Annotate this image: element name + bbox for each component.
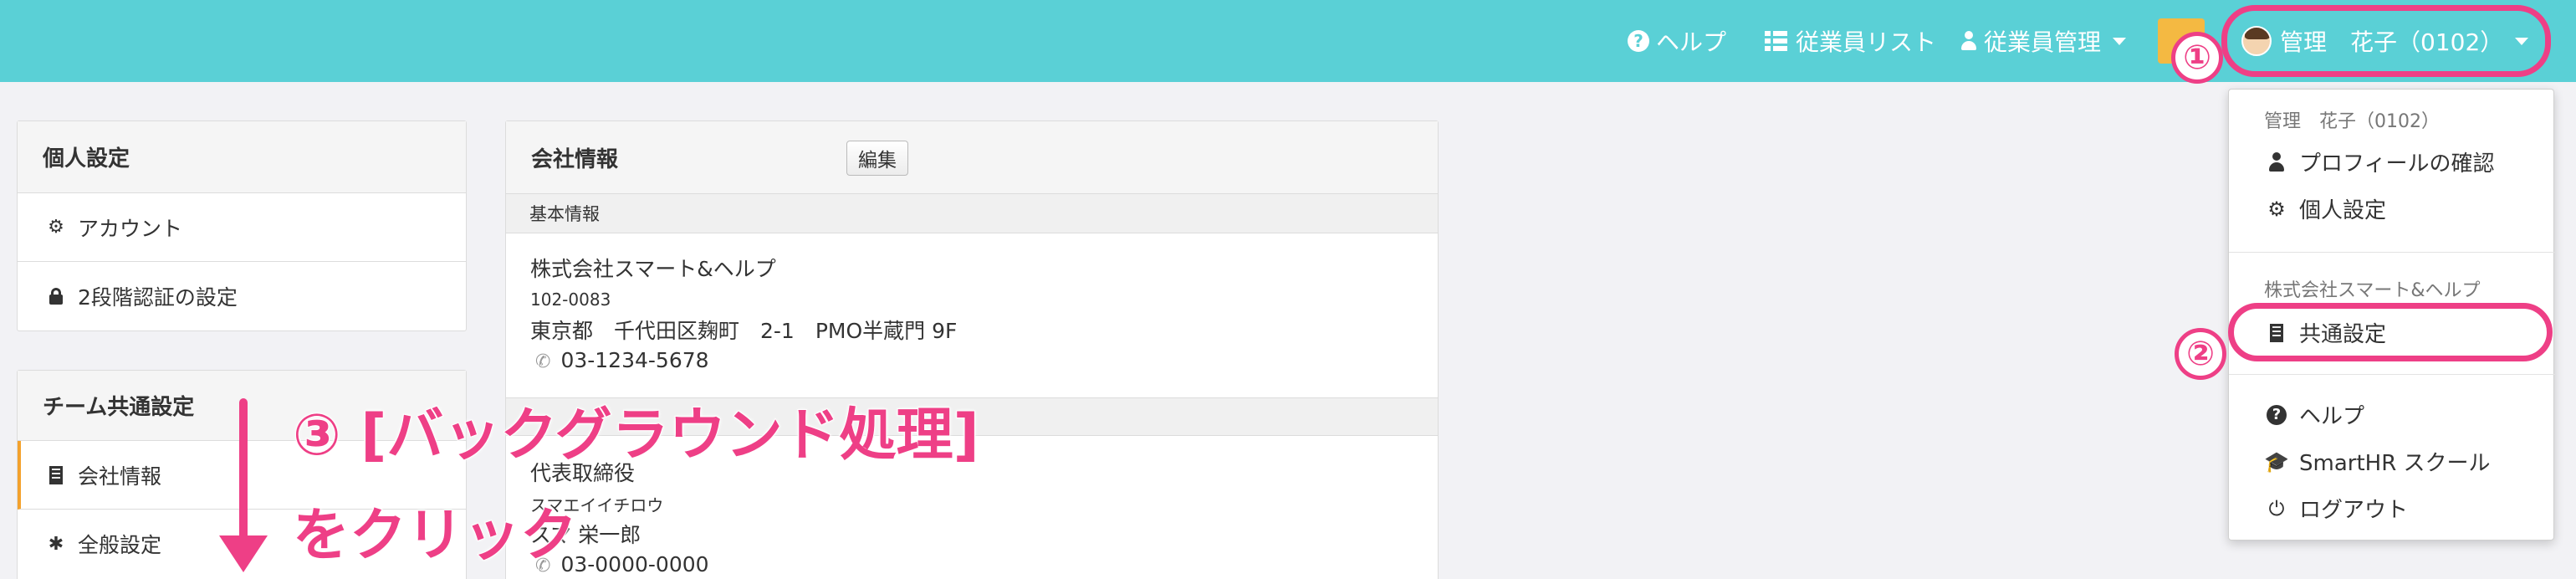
- down-arrow-icon: [219, 535, 268, 572]
- nav-employee-list-label: 従業員リスト: [1796, 28, 1937, 56]
- nav-employee-mgmt-label: 従業員管理: [1984, 28, 2102, 56]
- callout-step-3-line1: ③ [バックグラウンド処理]: [292, 402, 980, 469]
- nav-employee-list-link[interactable]: 従業員リスト: [1765, 0, 1936, 82]
- menu-item-label: SmartHR スクール: [2299, 451, 2491, 476]
- sidebar-item-label: アカウント: [78, 216, 183, 241]
- company-name: 株式会社スマート&ヘルプ: [530, 257, 776, 281]
- personal-settings-panel: 個人設定 ⚙ アカウント 2段階認証の設定: [17, 120, 467, 331]
- menu-item-label: ログアウト: [2299, 498, 2409, 523]
- company-postal-code: 102-0083: [530, 290, 611, 310]
- gear-icon: ⚙: [2267, 197, 2286, 221]
- highlight-common-settings: [2228, 303, 2553, 361]
- menu-item-label: ヘルプ: [2299, 404, 2365, 429]
- chevron-down-icon: [2113, 37, 2127, 45]
- sidebar-item-label: 全般設定: [78, 533, 162, 557]
- step-1-marker: ①: [2171, 32, 2223, 84]
- menu-item-logout[interactable]: ⏻ ログアウト: [2266, 493, 2409, 524]
- company-info-title: 会社情報: [506, 121, 1438, 193]
- list-icon: [1765, 31, 1787, 51]
- menu-item-label: 個人設定: [2299, 198, 2387, 223]
- question-circle-icon: ?: [1628, 30, 1649, 52]
- callout-step-3-line2: をクリック: [292, 502, 578, 570]
- menu-item-school[interactable]: 🎓 SmartHR スクール: [2264, 446, 2491, 477]
- sidebar-item-account[interactable]: ⚙ アカウント: [18, 193, 466, 262]
- lock-icon: [46, 288, 66, 305]
- personal-settings-title: 個人設定: [18, 121, 466, 193]
- divider: [2229, 252, 2555, 253]
- menu-item-label: プロフィールの確認: [2299, 151, 2495, 177]
- divider: [2229, 374, 2555, 375]
- menu-item-profile[interactable]: プロフィールの確認: [2266, 146, 2494, 177]
- down-arrow-shaft: [239, 398, 248, 549]
- power-icon: ⏻: [2268, 496, 2285, 520]
- nav-help-label: ヘルプ: [1656, 28, 1727, 56]
- sidebar-item-label: 2段階認証の設定: [78, 285, 238, 310]
- phone-icon: ✆: [535, 351, 551, 372]
- graduation-cap-icon: 🎓: [2264, 449, 2289, 474]
- company-phone: ✆ 03-1234-5678: [535, 348, 709, 372]
- sidebar-item-two-factor[interactable]: 2段階認証の設定: [18, 262, 466, 330]
- dropdown-user-label: 管理 花子（0102）: [2264, 111, 2440, 132]
- edit-button[interactable]: 編集: [846, 141, 908, 176]
- question-circle-icon: ?: [2266, 404, 2287, 425]
- nav-help-link[interactable]: ? ヘルプ: [1628, 0, 1726, 82]
- menu-item-personal-settings[interactable]: ⚙ 個人設定: [2266, 193, 2386, 224]
- menu-item-help[interactable]: ? ヘルプ: [2266, 399, 2364, 430]
- highlight-user-menu: [2221, 5, 2551, 77]
- section-basic-info: 基本情報: [506, 193, 1438, 233]
- dropdown-company-label: 株式会社スマート&ヘルプ: [2264, 280, 2481, 301]
- user-icon: [1960, 31, 1977, 51]
- gear-icon: ⚙: [48, 217, 64, 238]
- company-address: 東京都 千代田区麹町 2-1 PMO半蔵門 9F: [530, 319, 958, 343]
- asterisk-icon: ✱: [48, 533, 64, 555]
- step-2-marker: ②: [2175, 328, 2226, 380]
- sidebar-item-label: 会社情報: [78, 464, 162, 489]
- building-icon: [46, 465, 66, 484]
- user-icon: [2266, 151, 2287, 172]
- nav-employee-mgmt-dropdown[interactable]: 従業員管理: [1960, 0, 2127, 82]
